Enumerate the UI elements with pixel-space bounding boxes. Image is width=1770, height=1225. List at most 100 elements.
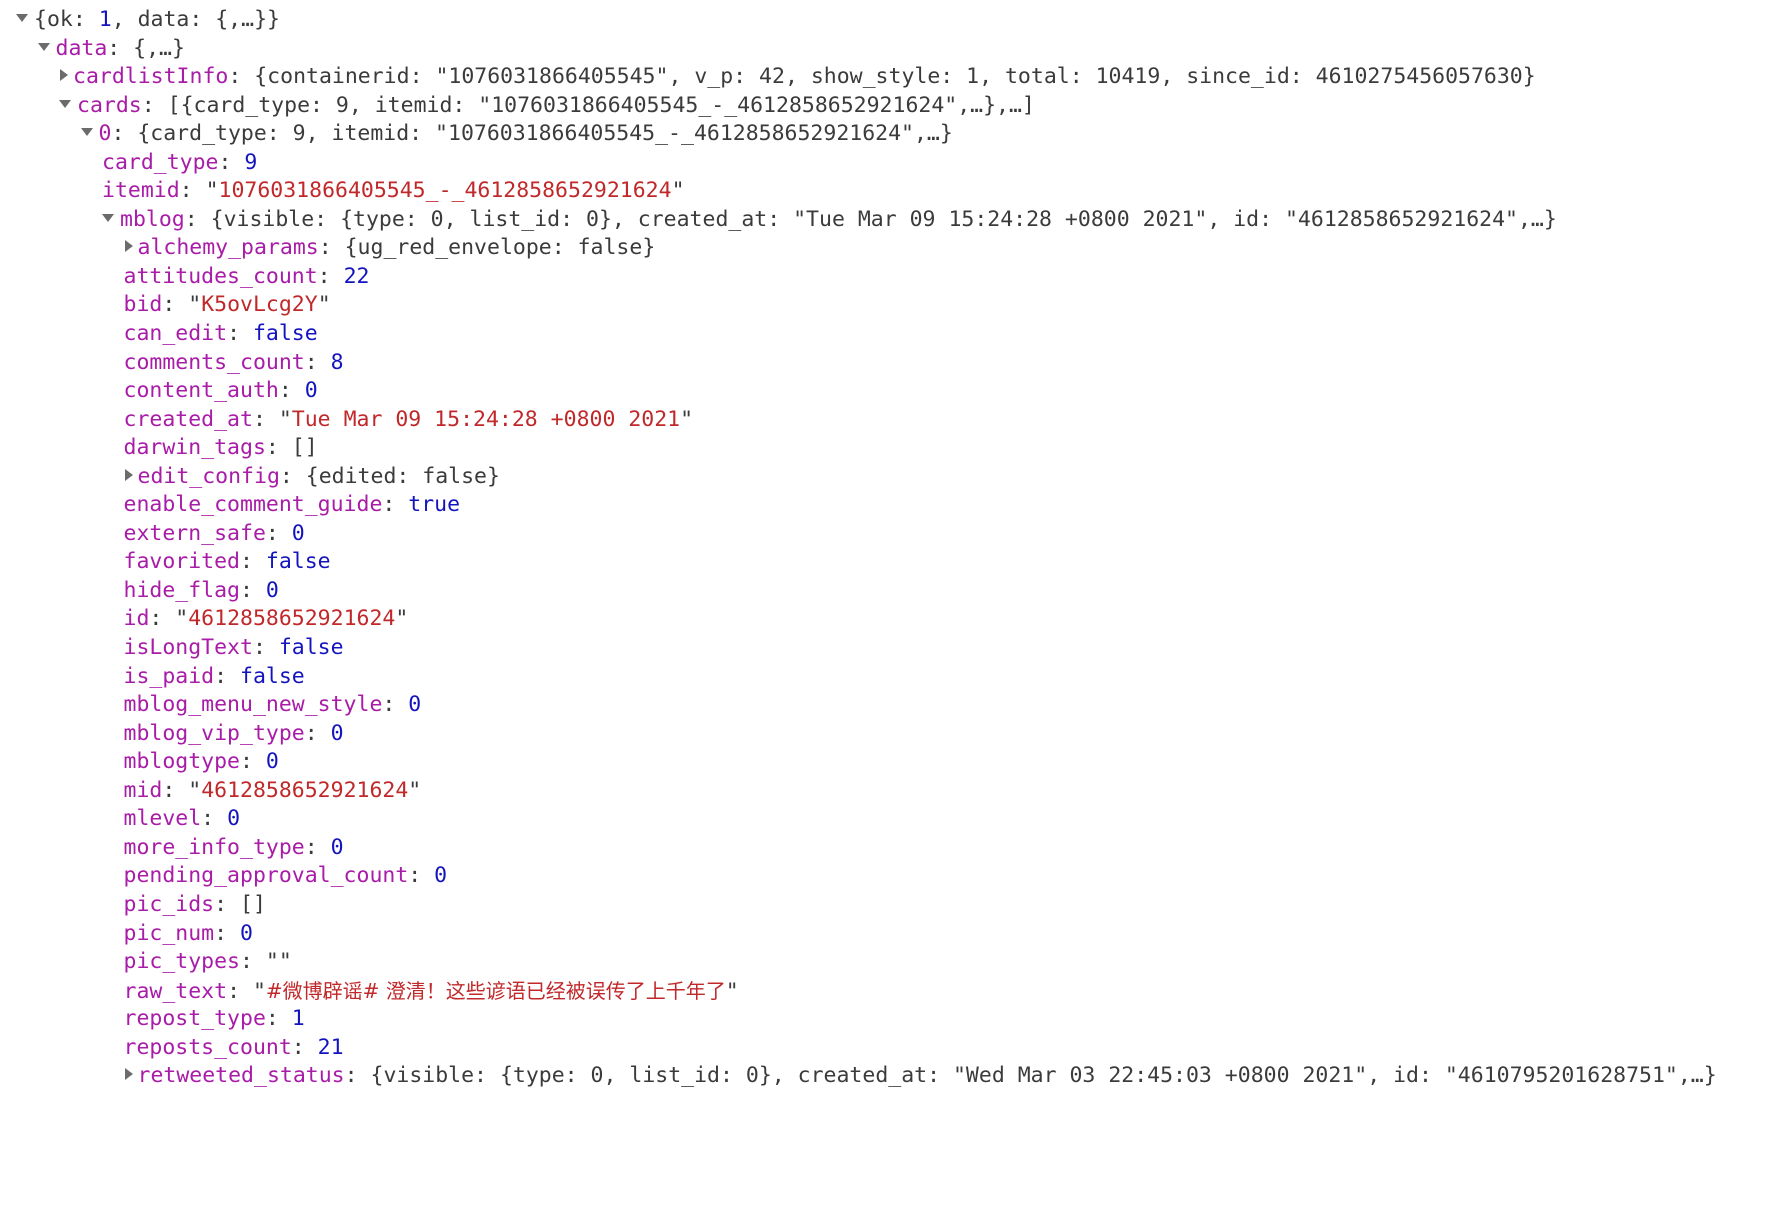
json-key: card_type <box>102 149 219 175</box>
json-number-value: 0 <box>227 806 241 832</box>
json-tree-viewer[interactable]: {ok: 1, data: {,…}} data: {,…} cardlistInf… <box>0 0 1770 1091</box>
json-boolean-value: false <box>252 321 318 347</box>
json-string-value: Tue Mar 09 15:24:28 +0800 2021 <box>291 406 681 432</box>
json-key: pending_approval_count <box>123 863 409 889</box>
json-punctuation: " <box>408 777 422 803</box>
json-row-repost_type[interactable]: repost_type: 1 <box>0 1005 1770 1034</box>
json-row-cardlistInfo[interactable]: cardlistInfo: {containerid: "10760318664… <box>0 63 1770 92</box>
triangle-down-icon[interactable] <box>102 213 114 222</box>
json-punctuation: "" <box>265 949 292 975</box>
json-number-value: 1 <box>98 7 112 32</box>
json-key: isLongText <box>123 635 253 661</box>
triangle-right-icon[interactable] <box>60 69 68 82</box>
json-row-hide_flag[interactable]: hide_flag: 0 <box>0 577 1770 606</box>
json-punctuation: : <box>240 749 266 775</box>
json-key: id <box>123 606 150 632</box>
json-row-raw_text[interactable]: raw_text: "#微博辟谣# 澄清！这些谚语已经被误传了上千年了" <box>0 977 1770 1006</box>
json-preview: {containerid: "1076031866405545", v_p: 4… <box>254 64 1536 90</box>
json-row-enable_comment_guide[interactable]: enable_comment_guide: true <box>0 491 1770 520</box>
triangle-right-icon[interactable] <box>124 468 133 481</box>
json-row-mblogtype[interactable]: mblogtype: 0 <box>0 748 1770 777</box>
json-punctuation: " <box>680 406 694 432</box>
json-punctuation: : <box>227 978 253 1004</box>
json-row-content_auth[interactable]: content_auth: 0 <box>0 377 1770 406</box>
json-punctuation: : <box>408 863 435 889</box>
json-punctuation: : <box>252 635 279 661</box>
json-row-id[interactable]: id: "4612858652921624" <box>0 605 1770 634</box>
json-punctuation: : <box>228 64 255 90</box>
json-row-is_paid[interactable]: is_paid: false <box>0 663 1770 692</box>
json-punctuation: : <box>382 492 409 518</box>
json-punctuation: : <box>252 406 279 432</box>
json-row-darwin_tags[interactable]: darwin_tags: [] <box>0 434 1770 463</box>
json-number-value: 8 <box>330 349 344 375</box>
json-key: reposts_count <box>123 1034 292 1060</box>
json-boolean-value: false <box>240 663 305 689</box>
json-punctuation: " <box>671 178 685 204</box>
json-key: favorited <box>123 549 241 575</box>
json-row-mblog_menu_new_style[interactable]: mblog_menu_new_style: 0 <box>0 691 1770 720</box>
json-row-pic_types[interactable]: pic_types: "" <box>0 948 1770 977</box>
json-punctuation: : <box>240 549 266 575</box>
json-row-mblog[interactable]: mblog: {visible: {type: 0, list_id: 0}, … <box>0 206 1770 235</box>
json-row-can_edit[interactable]: can_edit: false <box>0 320 1770 349</box>
json-key: alchemy_params <box>137 235 319 261</box>
triangle-down-icon[interactable] <box>37 42 50 51</box>
json-punctuation: : <box>179 178 206 204</box>
json-row-retweeted_status[interactable]: retweeted_status: {visible: {type: 0, li… <box>0 1062 1770 1091</box>
json-row-favorited[interactable]: favorited: false <box>0 548 1770 577</box>
json-row-isLongText[interactable]: isLongText: false <box>0 634 1770 663</box>
json-punctuation: : <box>382 692 409 718</box>
json-row-alchemy_params[interactable]: alchemy_params: {ug_red_envelope: false} <box>0 234 1770 263</box>
json-row-more_info_type[interactable]: more_info_type: 0 <box>0 834 1770 863</box>
triangle-down-icon[interactable] <box>16 14 28 22</box>
triangle-right-icon[interactable] <box>124 240 133 253</box>
json-number-value: 0 <box>330 720 344 746</box>
triangle-down-icon[interactable] <box>59 99 71 108</box>
json-key: pic_num <box>123 920 215 946</box>
json-string-value: 4612858652921624 <box>188 606 396 632</box>
json-row-created_at[interactable]: created_at: "Tue Mar 09 15:24:28 +0800 2… <box>0 406 1770 435</box>
json-row-mlevel[interactable]: mlevel: 0 <box>0 805 1770 834</box>
json-preview: , data: {,…}} <box>111 7 280 32</box>
json-row-mid[interactable]: mid: "4612858652921624" <box>0 777 1770 806</box>
json-row-extern_safe[interactable]: extern_safe: 0 <box>0 520 1770 549</box>
json-row-data[interactable]: data: {,…} <box>0 35 1770 64</box>
json-string-value: K5ovLcg2Y <box>201 292 318 318</box>
json-row-root[interactable]: {ok: 1, data: {,…}} <box>0 6 1770 35</box>
json-preview: {visible: {type: 0, list_id: 0}, created… <box>210 206 1557 232</box>
json-row-cards-0[interactable]: 0: {card_type: 9, itemid: "1076031866405… <box>0 120 1770 149</box>
triangle-down-icon[interactable] <box>80 128 93 137</box>
json-row-card_type[interactable]: card_type: 9 <box>0 149 1770 178</box>
json-number-value: 0 <box>240 920 253 946</box>
json-number-value: 0 <box>434 863 448 889</box>
json-key: data <box>55 35 108 61</box>
json-row-bid[interactable]: bid: "K5ovLcg2Y" <box>0 291 1770 320</box>
json-punctuation: : <box>201 806 228 832</box>
json-row-itemid[interactable]: itemid: "1076031866405545_-_461285865292… <box>0 177 1770 206</box>
json-punctuation: : <box>214 891 240 917</box>
json-punctuation: : <box>304 720 331 746</box>
json-key: darwin_tags <box>123 435 266 461</box>
json-preview: ok: <box>46 7 99 32</box>
json-key: cardlistInfo <box>73 64 229 90</box>
triangle-right-icon[interactable] <box>124 1068 133 1081</box>
json-row-edit_config[interactable]: edit_config: {edited: false} <box>0 463 1770 492</box>
json-row-pic_num[interactable]: pic_num: 0 <box>0 920 1770 949</box>
json-punctuation: : <box>162 292 189 318</box>
json-row-pic_ids[interactable]: pic_ids: [] <box>0 891 1770 920</box>
json-boolean-value: false <box>265 549 331 575</box>
json-row-comments_count[interactable]: comments_count: 8 <box>0 349 1770 378</box>
json-punctuation: : <box>107 35 134 61</box>
json-row-cards[interactable]: cards: [{card_type: 9, itemid: "10760318… <box>0 92 1770 121</box>
json-row-pending_approval_count[interactable]: pending_approval_count: 0 <box>0 862 1770 891</box>
json-row-mblog_vip_type[interactable]: mblog_vip_type: 0 <box>0 720 1770 749</box>
json-key: more_info_type <box>123 834 305 860</box>
json-row-reposts_count[interactable]: reposts_count: 21 <box>0 1034 1770 1063</box>
json-punctuation: : <box>214 920 240 946</box>
json-number-value: 21 <box>317 1034 344 1060</box>
json-number-value: 22 <box>343 263 370 289</box>
json-row-attitudes_count[interactable]: attitudes_count: 22 <box>0 263 1770 292</box>
json-number-value: 0 <box>265 577 279 603</box>
json-key: is_paid <box>123 663 215 689</box>
